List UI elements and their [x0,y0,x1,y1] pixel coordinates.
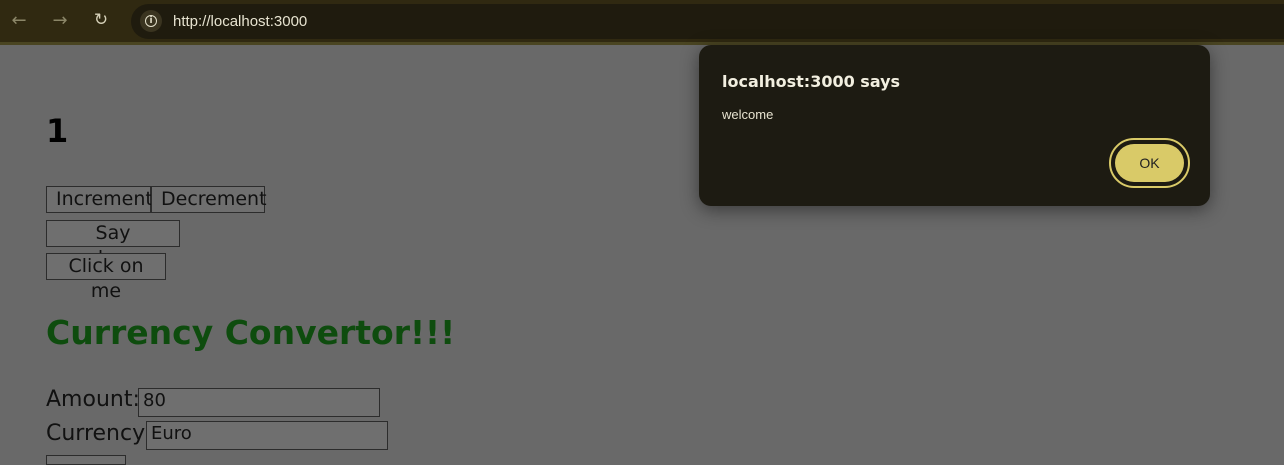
amount-label: Amount: [46,387,140,412]
ok-button[interactable]: OK [1115,144,1184,182]
dialog-title: localhost:3000 says [722,72,901,91]
reload-icon[interactable]: ↻ [88,7,114,33]
click-on-me-button[interactable]: Click on me [46,253,166,302]
decrement-button[interactable]: Decrement [151,186,267,213]
say-welcome-button[interactable]: Say welcome [46,220,180,269]
address-bar[interactable]: i http://localhost:3000 [131,4,1284,39]
forward-icon[interactable]: → [47,7,73,33]
browser-toolbar: ← → ↻ i http://localhost:3000 [0,0,1284,45]
back-icon[interactable]: ← [6,7,32,33]
info-icon: i [145,15,157,27]
currency-label: Currency: [46,421,151,446]
dialog-message: welcome [722,107,774,122]
url-text[interactable]: http://localhost:3000 [173,13,307,30]
convert-button[interactable] [46,455,126,465]
ok-focus-ring: OK [1109,138,1190,188]
counter-value: 1 [46,112,69,150]
site-info-icon[interactable]: i [140,10,162,32]
alert-dialog: localhost:3000 says welcome OK [699,45,1210,206]
increment-button[interactable]: Increment [46,186,153,213]
amount-input[interactable]: 80 [138,388,380,417]
currency-input[interactable]: Euro [146,421,388,450]
converter-title: Currency Convertor!!! [46,313,456,352]
